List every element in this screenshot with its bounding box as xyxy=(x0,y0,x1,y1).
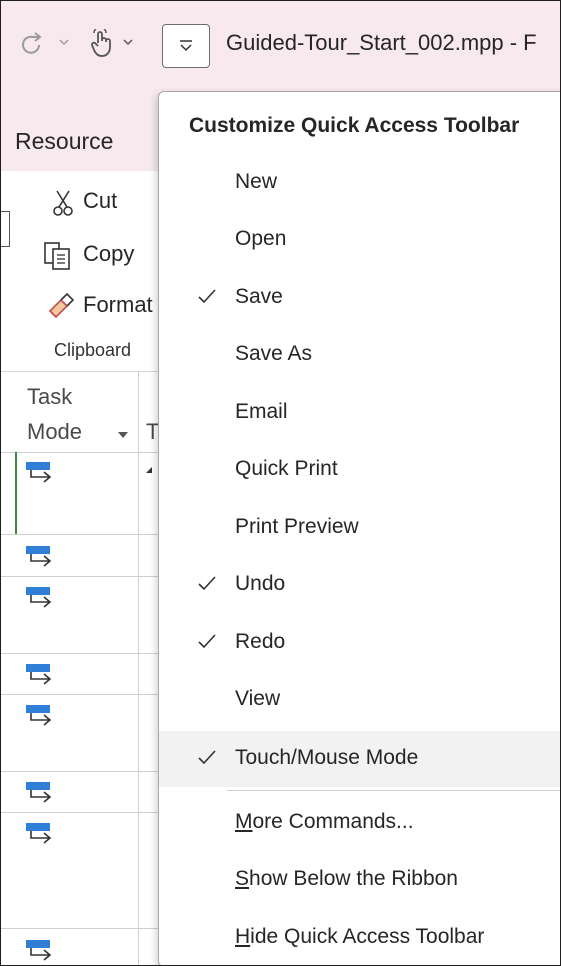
touch-mouse-mode-icon[interactable] xyxy=(89,29,115,59)
selected-cell-border xyxy=(15,452,17,534)
auto-scheduled-task-icon xyxy=(26,664,52,685)
menu-item-label: Open xyxy=(235,227,287,250)
menu-item-redo[interactable]: Redo xyxy=(159,615,560,671)
menu-item-label: Show Below the Ribbon xyxy=(235,867,458,890)
row-border xyxy=(1,928,160,929)
customize-qat-menu: Customize Quick Access Toolbar New Open … xyxy=(158,91,560,965)
menu-item-label: New xyxy=(235,170,278,193)
menu-item-more-commands[interactable]: More Commands... xyxy=(159,795,560,851)
menu-item-email[interactable]: Email xyxy=(159,385,560,441)
menu-item-label: Email xyxy=(235,400,288,423)
row-border xyxy=(1,771,160,772)
qat-dropdown-icon xyxy=(180,40,192,52)
column-filter-arrow-icon[interactable] xyxy=(117,431,129,439)
app-window: Guided-Tour_Start_002.mpp - F Resource C… xyxy=(0,0,561,966)
row-border xyxy=(1,812,160,813)
menu-item-label: View xyxy=(235,687,281,710)
document-title: Guided-Tour_Start_002.mpp - F xyxy=(226,30,537,55)
menu-item-label: Print Preview xyxy=(235,515,359,538)
menu-item-label: Redo xyxy=(235,630,286,653)
auto-scheduled-task-icon xyxy=(26,705,52,726)
menu-item-quick-print[interactable]: Quick Print xyxy=(159,442,560,498)
scissors-icon xyxy=(53,190,73,216)
task-mode-header-line1[interactable]: Task xyxy=(27,384,72,410)
menu-item-label: Hide Quick Access Toolbar xyxy=(235,925,485,948)
menu-header: Customize Quick Access Toolbar xyxy=(189,114,520,137)
menu-item-label: Save xyxy=(235,285,283,308)
menu-item-touch-mouse-mode[interactable]: Touch/Mouse Mode xyxy=(159,731,560,787)
checkmark-icon xyxy=(198,634,216,649)
copy-button[interactable]: Copy xyxy=(83,241,134,267)
menu-item-print-preview[interactable]: Print Preview xyxy=(159,500,560,556)
paste-button-edge[interactable] xyxy=(1,211,10,247)
row-border xyxy=(1,576,160,577)
checkmark-icon xyxy=(198,750,216,765)
auto-scheduled-task-icon xyxy=(26,587,52,608)
customize-qat-button[interactable] xyxy=(162,24,210,68)
auto-scheduled-task-icon xyxy=(26,940,52,961)
redo-icon[interactable] xyxy=(19,31,45,57)
menu-item-label: Save As xyxy=(235,342,313,365)
cut-button[interactable]: Cut xyxy=(83,188,117,214)
menu-item-hide-qat[interactable]: Hide Quick Access Toolbar xyxy=(159,910,560,965)
auto-scheduled-task-icon xyxy=(26,462,52,483)
menu-item-label: Touch/Mouse Mode xyxy=(235,746,419,769)
menu-item-save[interactable]: Save xyxy=(159,270,560,326)
menu-item-save-as[interactable]: Save As xyxy=(159,327,560,383)
summary-collapse-icon[interactable] xyxy=(145,466,153,474)
menu-item-undo[interactable]: Undo xyxy=(159,557,560,613)
header-row-border xyxy=(1,452,160,453)
tab-resource[interactable]: Resource xyxy=(15,128,113,155)
touch-dropdown-chevron-icon[interactable] xyxy=(123,37,133,47)
auto-scheduled-task-icon xyxy=(26,546,52,567)
menu-item-new[interactable]: New xyxy=(159,155,560,211)
format-painter-icon xyxy=(48,292,75,319)
menu-item-open[interactable]: Open xyxy=(159,212,560,268)
format-painter-button[interactable]: Format xyxy=(83,292,153,318)
row-border xyxy=(1,653,160,654)
column-divider xyxy=(138,372,139,965)
copy-icon xyxy=(44,242,70,270)
menu-item-view[interactable]: View xyxy=(159,672,560,728)
checkmark-icon xyxy=(198,576,216,591)
row-border xyxy=(1,694,160,695)
auto-scheduled-task-icon xyxy=(26,782,52,803)
menu-separator xyxy=(227,790,560,791)
auto-scheduled-task-icon xyxy=(26,823,52,844)
menu-item-label: Undo xyxy=(235,572,286,595)
menu-item-show-below-ribbon[interactable]: Show Below the Ribbon xyxy=(159,852,560,908)
task-mode-header-line2[interactable]: Mode xyxy=(27,419,82,445)
menu-item-label: More Commands... xyxy=(235,810,414,833)
menu-item-label: Quick Print xyxy=(235,457,338,480)
redo-dropdown-chevron-icon[interactable] xyxy=(59,37,69,47)
checkmark-icon xyxy=(198,289,216,304)
clipboard-group-label: Clipboard xyxy=(54,340,132,360)
row-border xyxy=(1,534,160,535)
